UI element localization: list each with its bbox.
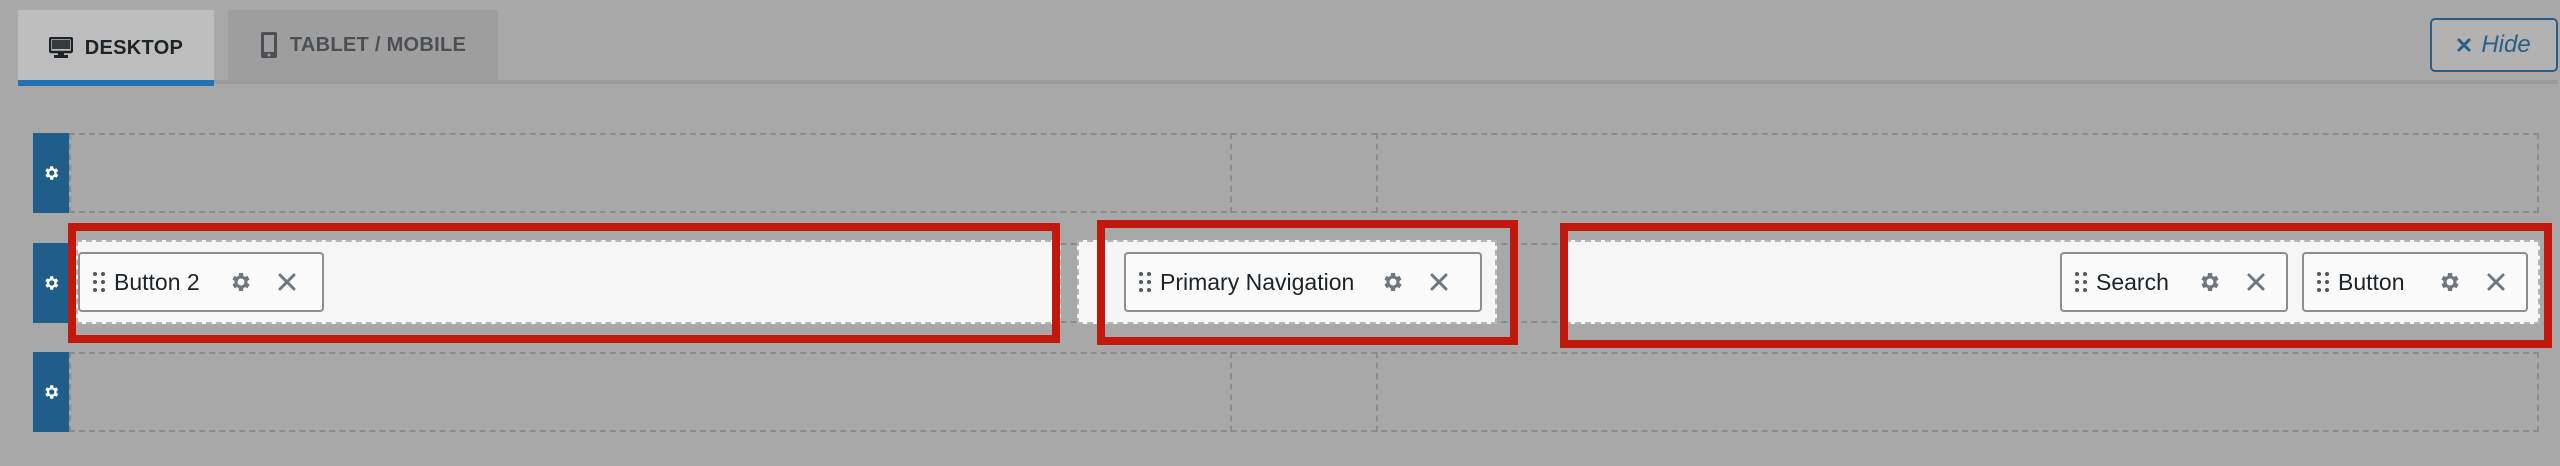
- desktop-icon: [48, 37, 73, 58]
- item-remove-button[interactable]: [276, 271, 298, 293]
- top-row-divider-left: [1230, 133, 1232, 213]
- gear-icon: [45, 276, 59, 290]
- drag-handle-icon[interactable]: [88, 271, 110, 293]
- close-icon: [278, 273, 296, 291]
- close-icon: [2487, 273, 2504, 291]
- tab-desktop[interactable]: DESKTOP: [18, 10, 214, 86]
- gear-icon: [1384, 273, 1402, 291]
- item-remove-button[interactable]: [2245, 271, 2267, 293]
- bottom-row-divider-right: [1376, 352, 1378, 432]
- header-item-button-2[interactable]: Button 2: [78, 252, 324, 312]
- item-label: Button: [2338, 268, 2405, 295]
- item-label: Primary Navigation: [1160, 268, 1355, 295]
- tab-tablet-mobile[interactable]: TABLET / MOBILE: [228, 10, 498, 80]
- item-remove-button[interactable]: [1428, 271, 1450, 293]
- gear-icon: [232, 273, 250, 291]
- bottom-row-settings-handle[interactable]: [33, 352, 69, 432]
- tablet-icon: [260, 32, 277, 58]
- gear-icon: [2440, 273, 2459, 291]
- header-item-primary-navigation[interactable]: Primary Navigation: [1124, 252, 1482, 312]
- close-icon: [1430, 273, 1448, 291]
- item-label: Search: [2096, 268, 2169, 295]
- gear-icon: [2201, 273, 2219, 291]
- header-item-button[interactable]: Button: [2302, 252, 2528, 312]
- gear-icon: [45, 385, 59, 399]
- tabs-divider: [18, 80, 2558, 84]
- bottom-row-divider-left: [1230, 352, 1232, 432]
- tab-tablet-mobile-label: TABLET / MOBILE: [289, 33, 467, 56]
- top-row-settings-handle[interactable]: [33, 133, 69, 213]
- header-item-search[interactable]: Search: [2060, 252, 2288, 312]
- drag-handle-icon[interactable]: [2070, 271, 2092, 293]
- gear-icon: [45, 166, 59, 180]
- item-settings-button[interactable]: [1380, 270, 1404, 294]
- drag-handle-icon[interactable]: [1134, 271, 1156, 293]
- close-icon: [2457, 38, 2471, 52]
- main-row-settings-handle[interactable]: [33, 243, 69, 323]
- item-settings-button[interactable]: [2437, 270, 2461, 294]
- close-icon: [2247, 273, 2265, 291]
- item-settings-button[interactable]: [228, 270, 252, 294]
- top-row[interactable]: [69, 133, 2539, 213]
- drag-handle-icon[interactable]: [2312, 271, 2334, 293]
- item-remove-button[interactable]: [2485, 271, 2507, 293]
- hide-button[interactable]: Hide: [2430, 18, 2558, 72]
- item-label: Button 2: [114, 268, 200, 295]
- tab-desktop-label: DESKTOP: [84, 36, 184, 59]
- top-row-divider-right: [1376, 133, 1378, 213]
- hide-button-label: Hide: [2481, 31, 2531, 58]
- item-settings-button[interactable]: [2197, 270, 2221, 294]
- bottom-row[interactable]: [69, 352, 2539, 432]
